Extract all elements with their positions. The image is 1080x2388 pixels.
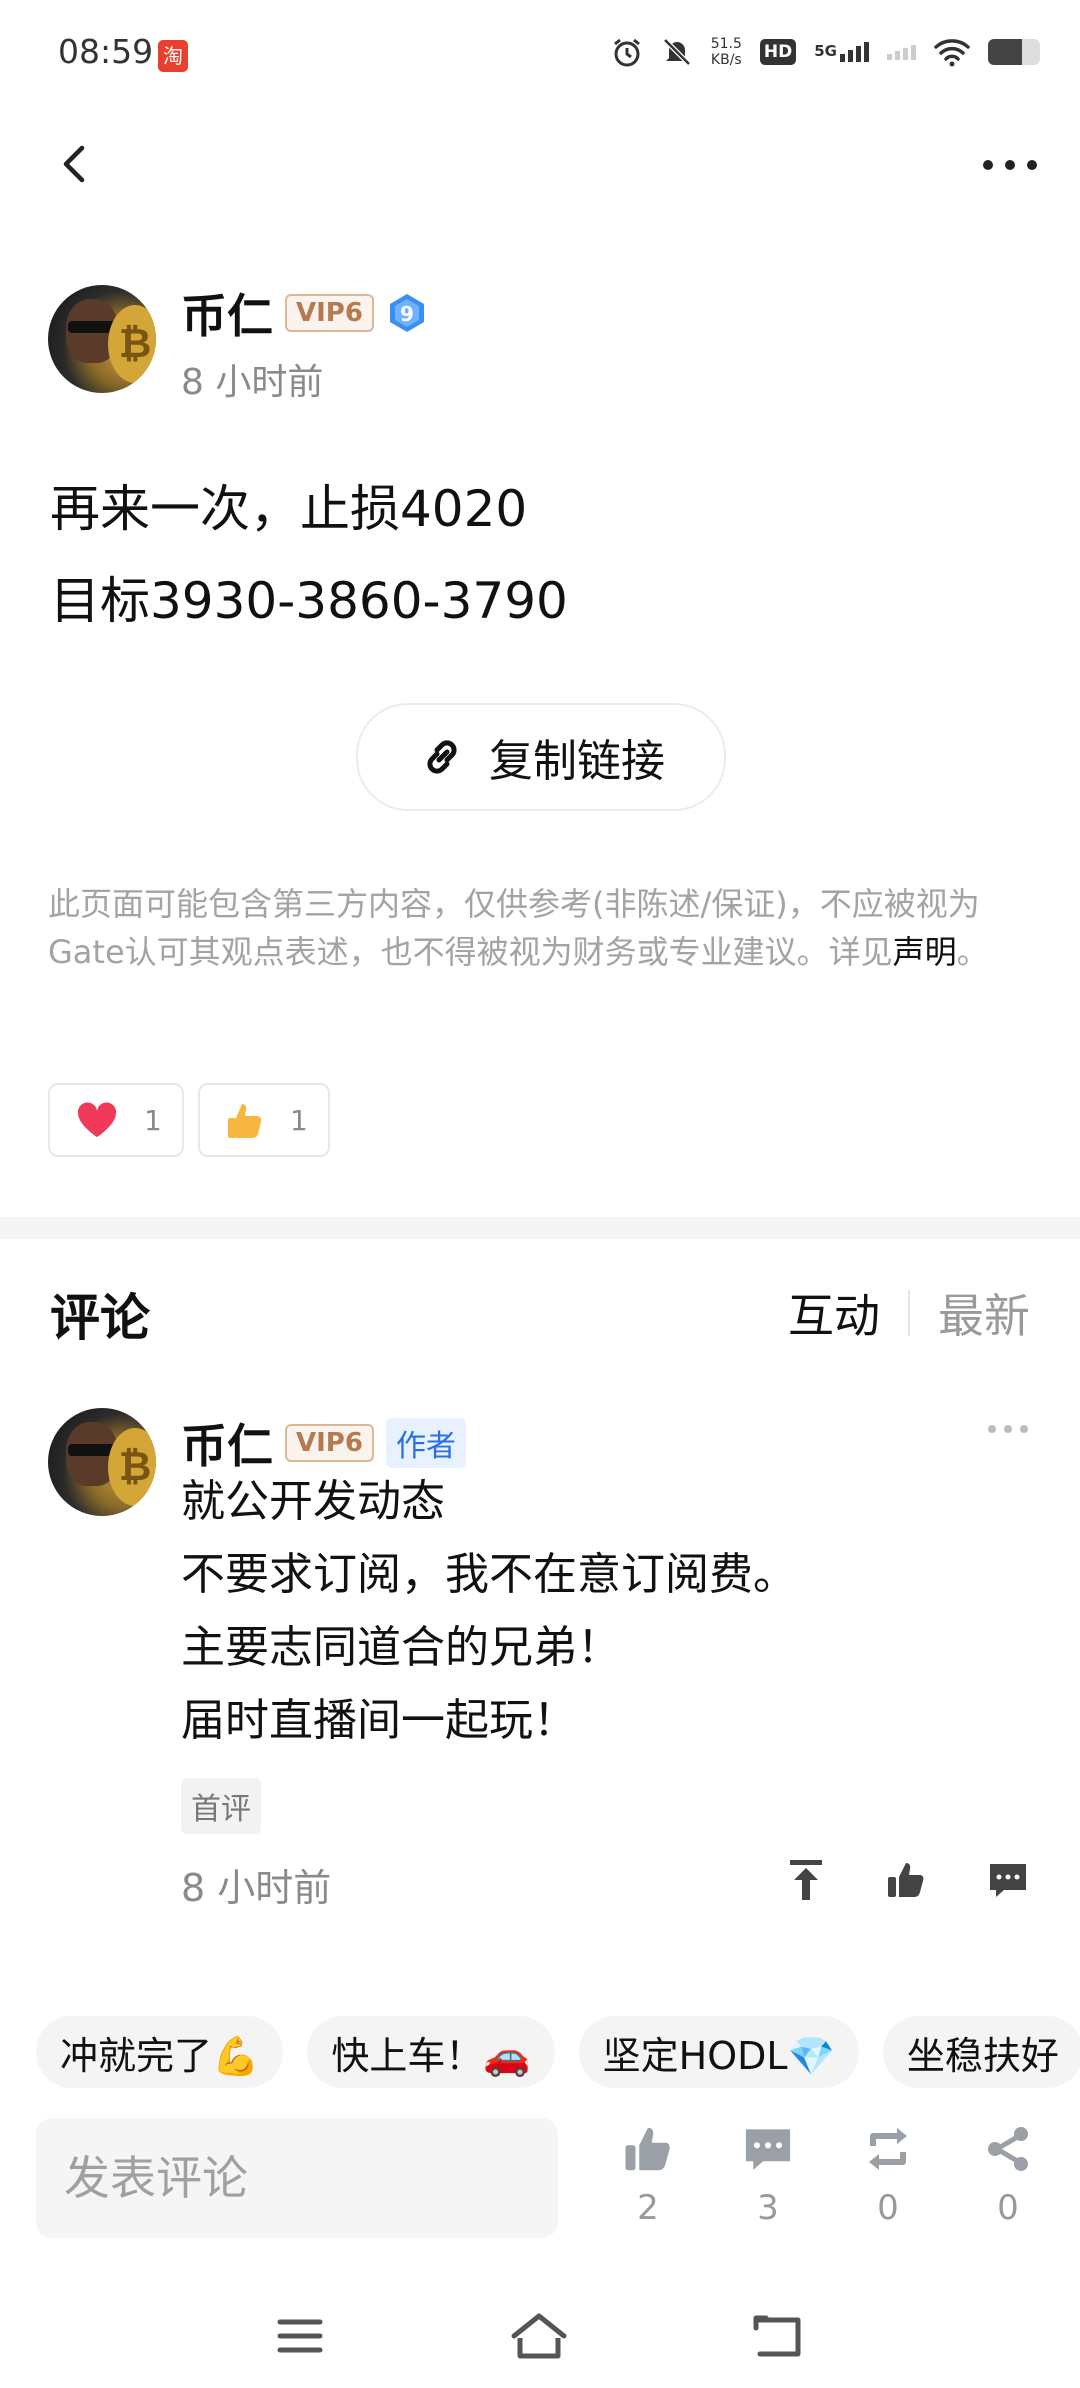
post-content: 再来一次，止损4020 目标3930-3860-3790	[50, 463, 568, 647]
home-icon[interactable]	[510, 2312, 568, 2360]
status-bar: 08:59 淘 51.5 KB/s HD 5G	[0, 0, 1080, 110]
reaction-count: 1	[290, 1103, 308, 1137]
sort-interaction-tab[interactable]: 互动	[788, 1280, 880, 1346]
post-line-1: 再来一次，止损4020	[50, 480, 528, 538]
comment-actions	[786, 1858, 1030, 1902]
comments-title: 评论	[50, 1289, 150, 1347]
reaction-thumb[interactable]: 1	[198, 1083, 330, 1157]
net-speed: 51.5 KB/s	[710, 36, 742, 68]
post-time: 8 小时前	[181, 362, 324, 403]
like-icon[interactable]	[886, 1858, 926, 1902]
hd-icon: HD	[759, 39, 797, 65]
signal-icon: 5G	[814, 42, 869, 62]
status-time: 08:59	[58, 32, 154, 71]
comment-count: 3	[757, 2188, 779, 2228]
mute-icon	[662, 38, 691, 66]
quick-replies: 冲就完了💪 快上车！🚗 坚定HODL💎 坐稳扶好	[36, 2016, 1080, 2088]
vip-badge: VIP6	[285, 1424, 374, 1462]
quick-reply-chip[interactable]: 坐稳扶好	[882, 2016, 1080, 2088]
post-line-2: 目标3930-3860-3790	[50, 572, 568, 630]
back-nav-icon[interactable]	[752, 2312, 804, 2360]
quick-reply-chip[interactable]: 坚定HODL💎	[578, 2016, 859, 2088]
copy-link-button[interactable]: 复制链接	[356, 703, 726, 811]
signal-icon-2	[887, 44, 916, 60]
repost-icon	[869, 2128, 907, 2170]
status-icons: 51.5 KB/s HD 5G	[611, 36, 1040, 68]
comment-avatar[interactable]: ₿	[48, 1408, 156, 1516]
sort-divider	[908, 1290, 910, 1336]
like-button[interactable]: 2	[608, 2124, 688, 2228]
comment-button[interactable]: 3	[728, 2124, 808, 2228]
battery-icon	[988, 39, 1040, 65]
reaction-heart[interactable]: 1	[48, 1083, 184, 1157]
like-count: 2	[637, 2188, 659, 2228]
thumb-up-emoji-icon	[228, 1104, 262, 1138]
avatar[interactable]: ₿	[48, 285, 156, 393]
quick-reply-chip[interactable]: 冲就完了💪	[36, 2016, 284, 2088]
author-name[interactable]: 币仁	[181, 280, 273, 346]
comment-body: 就公开发动态 不要求订阅，我不在意订阅费。 主要志同道合的兄弟！ 届时直播间一起…	[181, 1476, 797, 1746]
share-count: 0	[997, 2188, 1019, 2228]
share-icon	[988, 2127, 1028, 2171]
heart-icon	[77, 1102, 117, 1137]
section-divider	[0, 1217, 1080, 1239]
sort-latest-tab[interactable]: 最新	[938, 1280, 1030, 1346]
reaction-count: 1	[144, 1103, 162, 1137]
chevron-left-icon[interactable]	[52, 140, 100, 188]
svg-text:9: 9	[400, 302, 414, 326]
taobao-icon: 淘	[158, 40, 188, 72]
author-tag: 作者	[385, 1418, 466, 1468]
disclaimer-link[interactable]: 声明	[893, 933, 957, 971]
quick-reply-chip[interactable]: 快上车！🚗	[307, 2016, 555, 2088]
first-comment-tag: 首评	[181, 1778, 261, 1834]
pin-top-icon[interactable]	[786, 1858, 826, 1902]
repost-button[interactable]: 0	[848, 2124, 928, 2228]
comment-sort: 互动 最新	[788, 1280, 1030, 1346]
comment-icon[interactable]	[986, 1858, 1030, 1902]
like-icon	[625, 2127, 670, 2171]
repost-count: 0	[877, 2188, 899, 2228]
wifi-icon	[934, 39, 970, 67]
menu-icon[interactable]	[276, 2316, 324, 2356]
alarm-icon	[613, 38, 640, 67]
vip-badge: VIP6	[285, 294, 374, 332]
disclaimer: 此页面可能包含第三方内容，仅供参考(非陈述/保证)，不应被视为Gate认可其观点…	[48, 885, 989, 971]
comment-icon	[745, 2129, 791, 2170]
more-icon[interactable]	[980, 150, 1040, 180]
comment-time: 8 小时前	[181, 1866, 332, 1910]
share-button[interactable]: 0	[968, 2124, 1048, 2228]
copy-link-label: 复制链接	[489, 736, 665, 787]
level-badge-icon: 9	[389, 294, 424, 332]
link-icon	[427, 740, 457, 774]
system-nav-bar	[0, 2290, 1080, 2388]
comment-input[interactable]: 发表评论	[36, 2118, 558, 2238]
comment-more-icon[interactable]	[986, 1422, 1030, 1436]
post-author-row: 币仁 VIP6 9	[181, 280, 428, 346]
